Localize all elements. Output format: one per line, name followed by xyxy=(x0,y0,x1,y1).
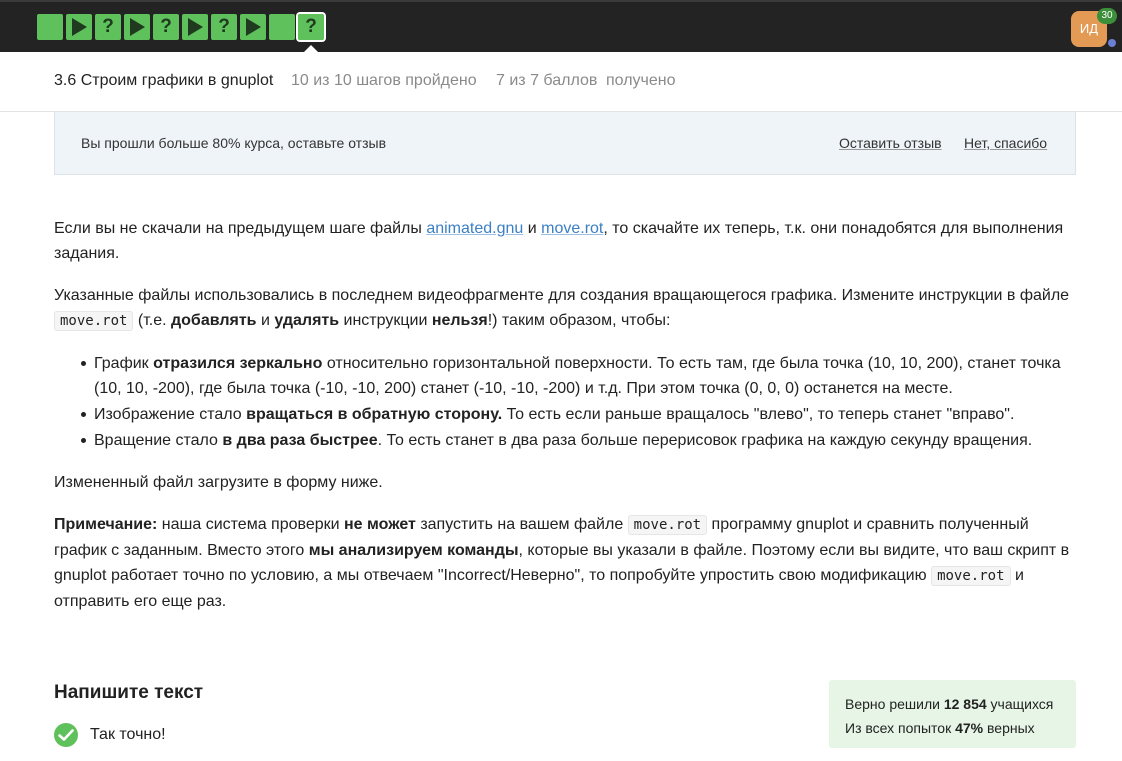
text: Изображение стало xyxy=(94,406,247,423)
step-10-quiz[interactable]: ? xyxy=(296,12,326,42)
text: и xyxy=(523,220,542,237)
solved-count: 12 854 xyxy=(943,696,987,712)
play-icon xyxy=(246,18,261,36)
answer-section-title: Напишите текст xyxy=(54,682,204,703)
list-item: График отразился зеркально относительно … xyxy=(81,351,1076,401)
lesson-score-text: 7 из 7 баллов xyxy=(496,72,598,89)
inline-code: move.rot xyxy=(627,515,708,535)
paragraph-upload: Измененный файл загрузите в форму ниже. xyxy=(54,474,383,491)
correct-check-icon xyxy=(54,723,78,747)
lesson-header: 3.6 Строим графики в gnuplot 10 из 10 ша… xyxy=(0,52,1122,112)
success-rate-line: Из всех попыток 47% верных xyxy=(845,716,1060,740)
step-6-video[interactable] xyxy=(182,14,208,40)
bold-text: добавлять xyxy=(171,312,257,329)
solved-count-line: Верно решили 12 854 учащихся xyxy=(845,692,1060,716)
bold-text: нельзя xyxy=(431,312,488,329)
step-1-done[interactable] xyxy=(37,14,63,40)
inline-code: move.rot xyxy=(931,566,1011,586)
play-icon xyxy=(188,18,203,36)
text: наша система проверки xyxy=(157,516,345,533)
step-9-done[interactable] xyxy=(269,14,295,40)
text: Из всех попыток xyxy=(845,720,956,736)
bullet xyxy=(81,412,86,417)
notification-count-badge: 30 xyxy=(1097,8,1117,24)
paragraph-note: Примечание: наша система проверки не мож… xyxy=(54,512,1076,614)
step-7-quiz[interactable]: ? xyxy=(211,14,237,40)
requirements-list: График отразился зеркально относительно … xyxy=(81,351,1076,453)
bullet xyxy=(81,438,86,443)
top-navigation-bar: ???? ИД 30 xyxy=(0,0,1122,53)
bullet xyxy=(81,361,86,366)
paragraph-task: Указанные файлы использовались в последн… xyxy=(54,283,1076,334)
text: То есть если раньше вращалось "влево", т… xyxy=(502,406,1015,423)
text: (т.е. xyxy=(133,312,171,329)
question-icon: ? xyxy=(218,16,230,37)
text: Вращение стало xyxy=(94,432,223,449)
text: . То есть станет в два раза больше перер… xyxy=(377,432,1033,449)
list-item: Вращение стало в два раза быстрее. То ес… xyxy=(81,428,1076,453)
text: инструкции xyxy=(339,312,432,329)
step-8-video[interactable] xyxy=(240,14,266,40)
bold-text: в два раза быстрее xyxy=(222,432,378,449)
question-icon: ? xyxy=(305,16,317,37)
animated-gnu-link[interactable]: animated.gnu xyxy=(426,220,523,237)
inline-code: move.rot xyxy=(54,311,134,331)
play-icon xyxy=(72,18,87,36)
play-icon xyxy=(130,18,145,36)
status-dot xyxy=(1108,39,1116,47)
success-percent: 47% xyxy=(955,720,984,736)
text: и xyxy=(256,312,275,329)
bold-text: Примечание: xyxy=(54,516,158,533)
list-item: Изображение стало вращаться в обратную с… xyxy=(81,402,1076,427)
question-icon: ? xyxy=(160,16,172,37)
bold-text: не может xyxy=(344,516,416,533)
text: учащихся xyxy=(986,696,1054,712)
step-5-quiz[interactable]: ? xyxy=(153,14,179,40)
step-2-video[interactable] xyxy=(66,14,92,40)
solution-stats-box: Верно решили 12 854 учащихся Из всех поп… xyxy=(829,680,1076,748)
bold-text: удалять xyxy=(274,312,340,329)
text: запустить на вашем файле xyxy=(415,516,628,533)
text: !) таким образом, чтобы: xyxy=(487,312,671,329)
step-3-quiz[interactable]: ? xyxy=(95,14,121,40)
lesson-progress-text: 10 из 10 шагов пройдено xyxy=(291,72,477,89)
banner-message: Вы прошли больше 80% курса, оставьте отз… xyxy=(81,135,387,151)
step-4-video[interactable] xyxy=(124,14,150,40)
lesson-title[interactable]: 3.6 Строим графики в gnuplot xyxy=(54,72,273,90)
text: График xyxy=(94,355,154,372)
submitted-answer-text: Так точно! xyxy=(90,726,166,743)
bold-text: отразился зеркально xyxy=(153,355,323,372)
review-request-banner: Вы прошли больше 80% курса, оставьте отз… xyxy=(54,112,1076,175)
bold-text: мы анализируем команды xyxy=(308,542,519,559)
leave-review-link[interactable]: Оставить отзыв xyxy=(839,135,942,151)
text: Указанные файлы использовались в последн… xyxy=(54,287,1070,304)
paragraph-download: Если вы не скачали на предыдущем шаге фа… xyxy=(54,216,1076,266)
text: верных xyxy=(983,720,1035,736)
lesson-score-suffix: получено xyxy=(606,72,676,89)
no-thanks-link[interactable]: Нет, спасибо xyxy=(964,135,1047,151)
bold-text: вращаться в обратную сторону. xyxy=(246,406,503,423)
move-rot-link[interactable]: move.rot xyxy=(541,220,603,237)
step-content: Если вы не скачали на предыдущем шаге фа… xyxy=(54,216,1076,631)
text: Верно решили xyxy=(845,696,944,712)
text: Если вы не скачали на предыдущем шаге фа… xyxy=(54,220,427,237)
question-icon: ? xyxy=(102,16,114,37)
